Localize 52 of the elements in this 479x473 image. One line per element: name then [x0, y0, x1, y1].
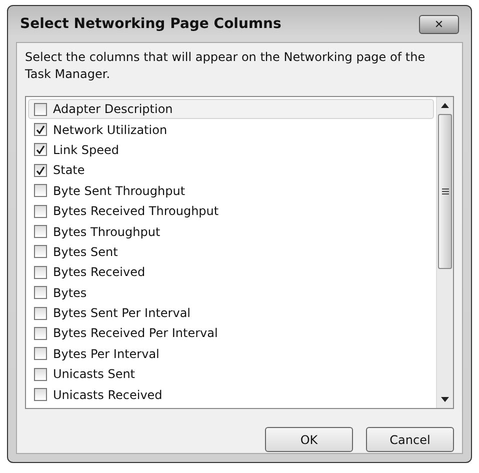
checkbox[interactable]	[34, 143, 47, 156]
cancel-button[interactable]: Cancel	[366, 427, 454, 452]
list-item[interactable]: Bytes	[28, 282, 434, 303]
list-item[interactable]: Bytes Received Per Interval	[28, 323, 434, 344]
checkbox[interactable]	[34, 164, 47, 177]
checkbox[interactable]	[34, 326, 47, 340]
scrollbar[interactable]	[436, 97, 453, 408]
column-label: Bytes Per Interval	[53, 346, 160, 363]
column-label: Bytes Received	[53, 264, 146, 282]
description-text: Select the columns that will appear on the Networking page of the Task Manager.	[25, 49, 426, 83]
list-item[interactable]: State	[28, 160, 434, 181]
checkbox[interactable]	[34, 388, 47, 402]
ok-button[interactable]: OK	[265, 427, 353, 452]
list-item[interactable]: Link Speed	[28, 140, 434, 160]
column-label: Bytes Sent Per Interval	[53, 305, 191, 322]
list-item[interactable]: Bytes Received	[28, 262, 434, 283]
window-title: Select Networking Page Columns	[20, 14, 282, 34]
close-button[interactable]: ✕	[419, 14, 459, 34]
column-label: Adapter Description	[53, 101, 173, 118]
column-label: Bytes	[53, 284, 87, 302]
checkbox[interactable]	[34, 368, 47, 381]
checkbox[interactable]	[34, 306, 47, 320]
list-item[interactable]: Bytes Received Throughput	[28, 200, 434, 222]
list-item[interactable]: Unicasts Received	[28, 384, 434, 405]
checkbox[interactable]	[34, 123, 47, 136]
column-label: Bytes Sent	[53, 244, 118, 261]
list-item[interactable]: Bytes Sent Per Interval	[28, 302, 434, 324]
list-item[interactable]: Bytes Throughput	[28, 221, 434, 242]
checkbox[interactable]	[34, 347, 47, 360]
column-label: Unicasts Sent	[53, 366, 136, 384]
list-item[interactable]: Network Utilization	[28, 119, 434, 140]
column-label: Bytes Received Throughput	[53, 203, 219, 220]
list-item[interactable]: Bytes Sent	[28, 242, 434, 262]
column-label: Link Speed	[53, 142, 120, 159]
column-label: Network Utilization	[53, 122, 168, 139]
checkbox[interactable]	[34, 225, 47, 238]
checkbox[interactable]	[34, 102, 47, 116]
list-item[interactable]: Unicasts Sent	[28, 364, 434, 384]
column-label: Unicasts Received	[53, 386, 162, 404]
list-item[interactable]: Adapter Description	[28, 99, 434, 120]
column-label: Byte Sent Throughput	[53, 182, 186, 200]
column-label: Bytes Throughput	[53, 224, 160, 241]
checkbox[interactable]	[34, 184, 47, 198]
column-label: State	[53, 162, 85, 180]
column-label: Bytes Received Per Interval	[53, 325, 218, 342]
checkbox[interactable]	[34, 245, 47, 258]
scrollbar-thumb[interactable]	[438, 114, 452, 269]
checkbox[interactable]	[34, 266, 47, 279]
checkbox[interactable]	[34, 286, 47, 300]
list-item[interactable]: Bytes Per Interval	[28, 344, 434, 364]
list-item[interactable]: Byte Sent Throughput	[28, 180, 434, 201]
checkbox[interactable]	[34, 204, 47, 218]
